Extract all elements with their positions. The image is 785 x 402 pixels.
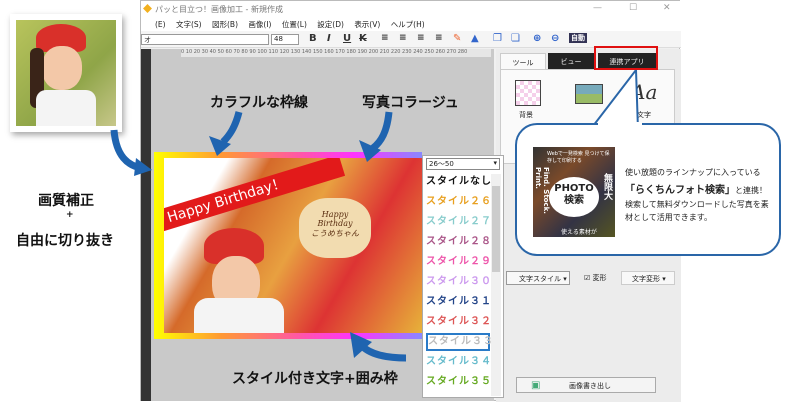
cake-photo: Happy Birthday！ Happy Birthday こうめちゃん [164,158,422,333]
linked-apps-highlight [594,46,658,70]
callout-line-4: 材として活用できます。 [625,213,712,222]
background-tool-icon[interactable] [515,80,541,106]
title-bar: パッと目立つ！画像加工 - 新規作成 — ☐ ✕ [141,1,681,17]
send-back-icon[interactable]: ❏ [511,33,520,44]
horizontal-ruler: 0 10 20 30 40 50 60 70 80 90 100 110 120… [181,49,491,57]
close-button[interactable]: ✕ [663,3,671,13]
arrow-icon [350,332,407,362]
style-item-selected[interactable]: スタイル３３ [426,333,493,351]
style-item[interactable]: スタイル２７ [426,213,491,231]
text-deform-dropdown[interactable]: 文字変形 ▾ [621,271,675,285]
justify-icon[interactable]: ≡ [435,33,443,43]
window-title: パッと目立つ！画像加工 - 新規作成 [155,5,283,14]
callout-app-name: 「らくちんフォト検索」 [625,185,735,196]
italic-button[interactable]: I [327,33,331,44]
callout-tail [590,70,640,130]
logo-bottom-text: 使える素材が [561,229,597,236]
text-style-label: 文字スタイル [519,275,561,283]
callout-line-3: 検索して無料ダウンロードした写真を素 [625,200,769,209]
callout-app-line: 「らくちんフォト検索」と連携！ [625,181,767,196]
edited-image[interactable]: Happy Birthday！ Happy Birthday こうめちゃん [154,152,422,339]
style-range-select[interactable]: 26～50 ▾ [426,158,500,170]
style-item[interactable]: スタイル３２ [426,313,491,331]
original-photo-card [10,14,122,132]
label-plus: + [66,210,74,220]
callout-line-2-suffix: と連携！ [735,186,767,195]
arrow-icon [359,111,393,162]
style-list-scrollbar[interactable] [491,174,501,396]
export-image-button[interactable]: ▣ 画像書き出し [516,377,656,393]
menu-settings[interactable]: 設定(D) [317,20,344,29]
text-deform-label: 文字変形 [632,275,660,283]
app-icon [143,4,152,13]
vertical-ruler [141,49,151,401]
logo-title: PHOTO [554,183,594,194]
tab-tools[interactable]: ツール [500,53,546,69]
font-size-select[interactable]: 48 [271,34,299,45]
menu-shape[interactable]: 図形(B) [212,20,238,29]
label-free-crop: 自由に切り抜き [16,233,114,249]
style-dropdown-list[interactable]: 26～50 ▾ スタイルなし スタイル２６ スタイル２７ スタイル２８ スタイル２… [422,155,504,398]
style-range-value: 26～50 [429,160,454,168]
logo-side-text: Find. Stock. Print. [534,167,550,214]
export-label: 画像書き出し [569,382,611,390]
export-icon: ▣ [531,380,541,391]
plaque-line-3: こうめちゃん [311,229,359,238]
style-item[interactable]: スタイル３４ [426,353,491,371]
deform-checkbox[interactable]: ☑ 変形 [584,273,607,283]
photo-search-logo: Webで一発検索 見つけて保存して印刷する Find. Stock. Print… [533,147,615,237]
menu-text[interactable]: 文字(S) [176,20,202,29]
bold-button[interactable]: B [309,33,317,44]
text-style-dropdown[interactable]: 文字スタイル ▾ [506,271,570,285]
align-right-icon[interactable]: ≡ [417,33,425,43]
menu-help[interactable]: ヘルプ(H) [391,20,425,29]
label-quality-correction: 画質補正 [38,193,94,209]
align-center-icon[interactable]: ≡ [399,33,407,43]
girl-sweater [194,298,284,333]
bring-front-icon[interactable]: ❐ [493,33,502,44]
plaque-line-1: Happy [321,210,349,219]
cake-plaque: Happy Birthday こうめちゃん [299,198,371,258]
label-colorful-frame: カラフルな枠線 [210,95,308,111]
style-item[interactable]: スタイル３１ [426,293,491,311]
label-photo-collage: 写真コラージュ [362,95,459,111]
menu-position[interactable]: 位置(L) [282,20,307,29]
style-item[interactable]: スタイル２９ [426,253,491,271]
menu-image[interactable]: 画像(I) [248,20,271,29]
menu-bar: (E) 文字(S) 図形(B) 画像(I) 位置(L) 設定(D) 表示(V) … [141,17,681,31]
zoom-in-icon[interactable]: ⊕ [533,33,541,44]
logo-sub: 検索 [564,195,584,206]
align-left-icon[interactable]: ≡ [381,33,389,43]
deform-label: 変形 [592,274,607,282]
logo-circle: PHOTO 検索 [549,177,599,217]
style-item[interactable]: スタイル３５ [426,373,491,391]
zoom-out-icon[interactable]: ⊖ [551,33,559,44]
plaque-line-2: Birthday [317,219,353,228]
logo-top-text: Webで一発検索 見つけて保存して印刷する [547,151,610,164]
tail-join [598,122,642,128]
fill-color-icon[interactable]: ▲ [471,33,479,44]
menu-edit[interactable]: (E) [155,20,166,29]
style-item[interactable]: スタイル２８ [426,233,491,251]
logo-right-text: 無限大 [602,173,612,200]
callout-line-1: 使い放題のラインナップに入っている [625,168,761,177]
label-styled-text: スタイル付き文字+囲み枠 [232,371,398,387]
style-item[interactable]: スタイル３０ [426,273,491,291]
text-color-icon[interactable]: ✎ [453,33,461,44]
tab-view[interactable]: ビュー [548,53,594,69]
strike-button[interactable]: K [359,33,367,44]
font-select[interactable]: オ [141,34,269,45]
background-tool-label: 背景 [519,111,533,119]
auto-zoom-button[interactable]: 自動 [569,33,587,43]
style-item[interactable]: スタイル２６ [426,193,491,211]
underline-button[interactable]: U [343,33,351,44]
arrow-icon [209,111,243,156]
girl-photo [16,20,116,126]
style-item[interactable]: スタイルなし [426,173,491,191]
menu-view[interactable]: 表示(V) [354,20,380,29]
arrow-icon [110,129,152,176]
maximize-button[interactable]: ☐ [629,3,637,13]
minimize-button[interactable]: — [593,3,602,13]
scrollbar-thumb[interactable] [492,186,500,272]
